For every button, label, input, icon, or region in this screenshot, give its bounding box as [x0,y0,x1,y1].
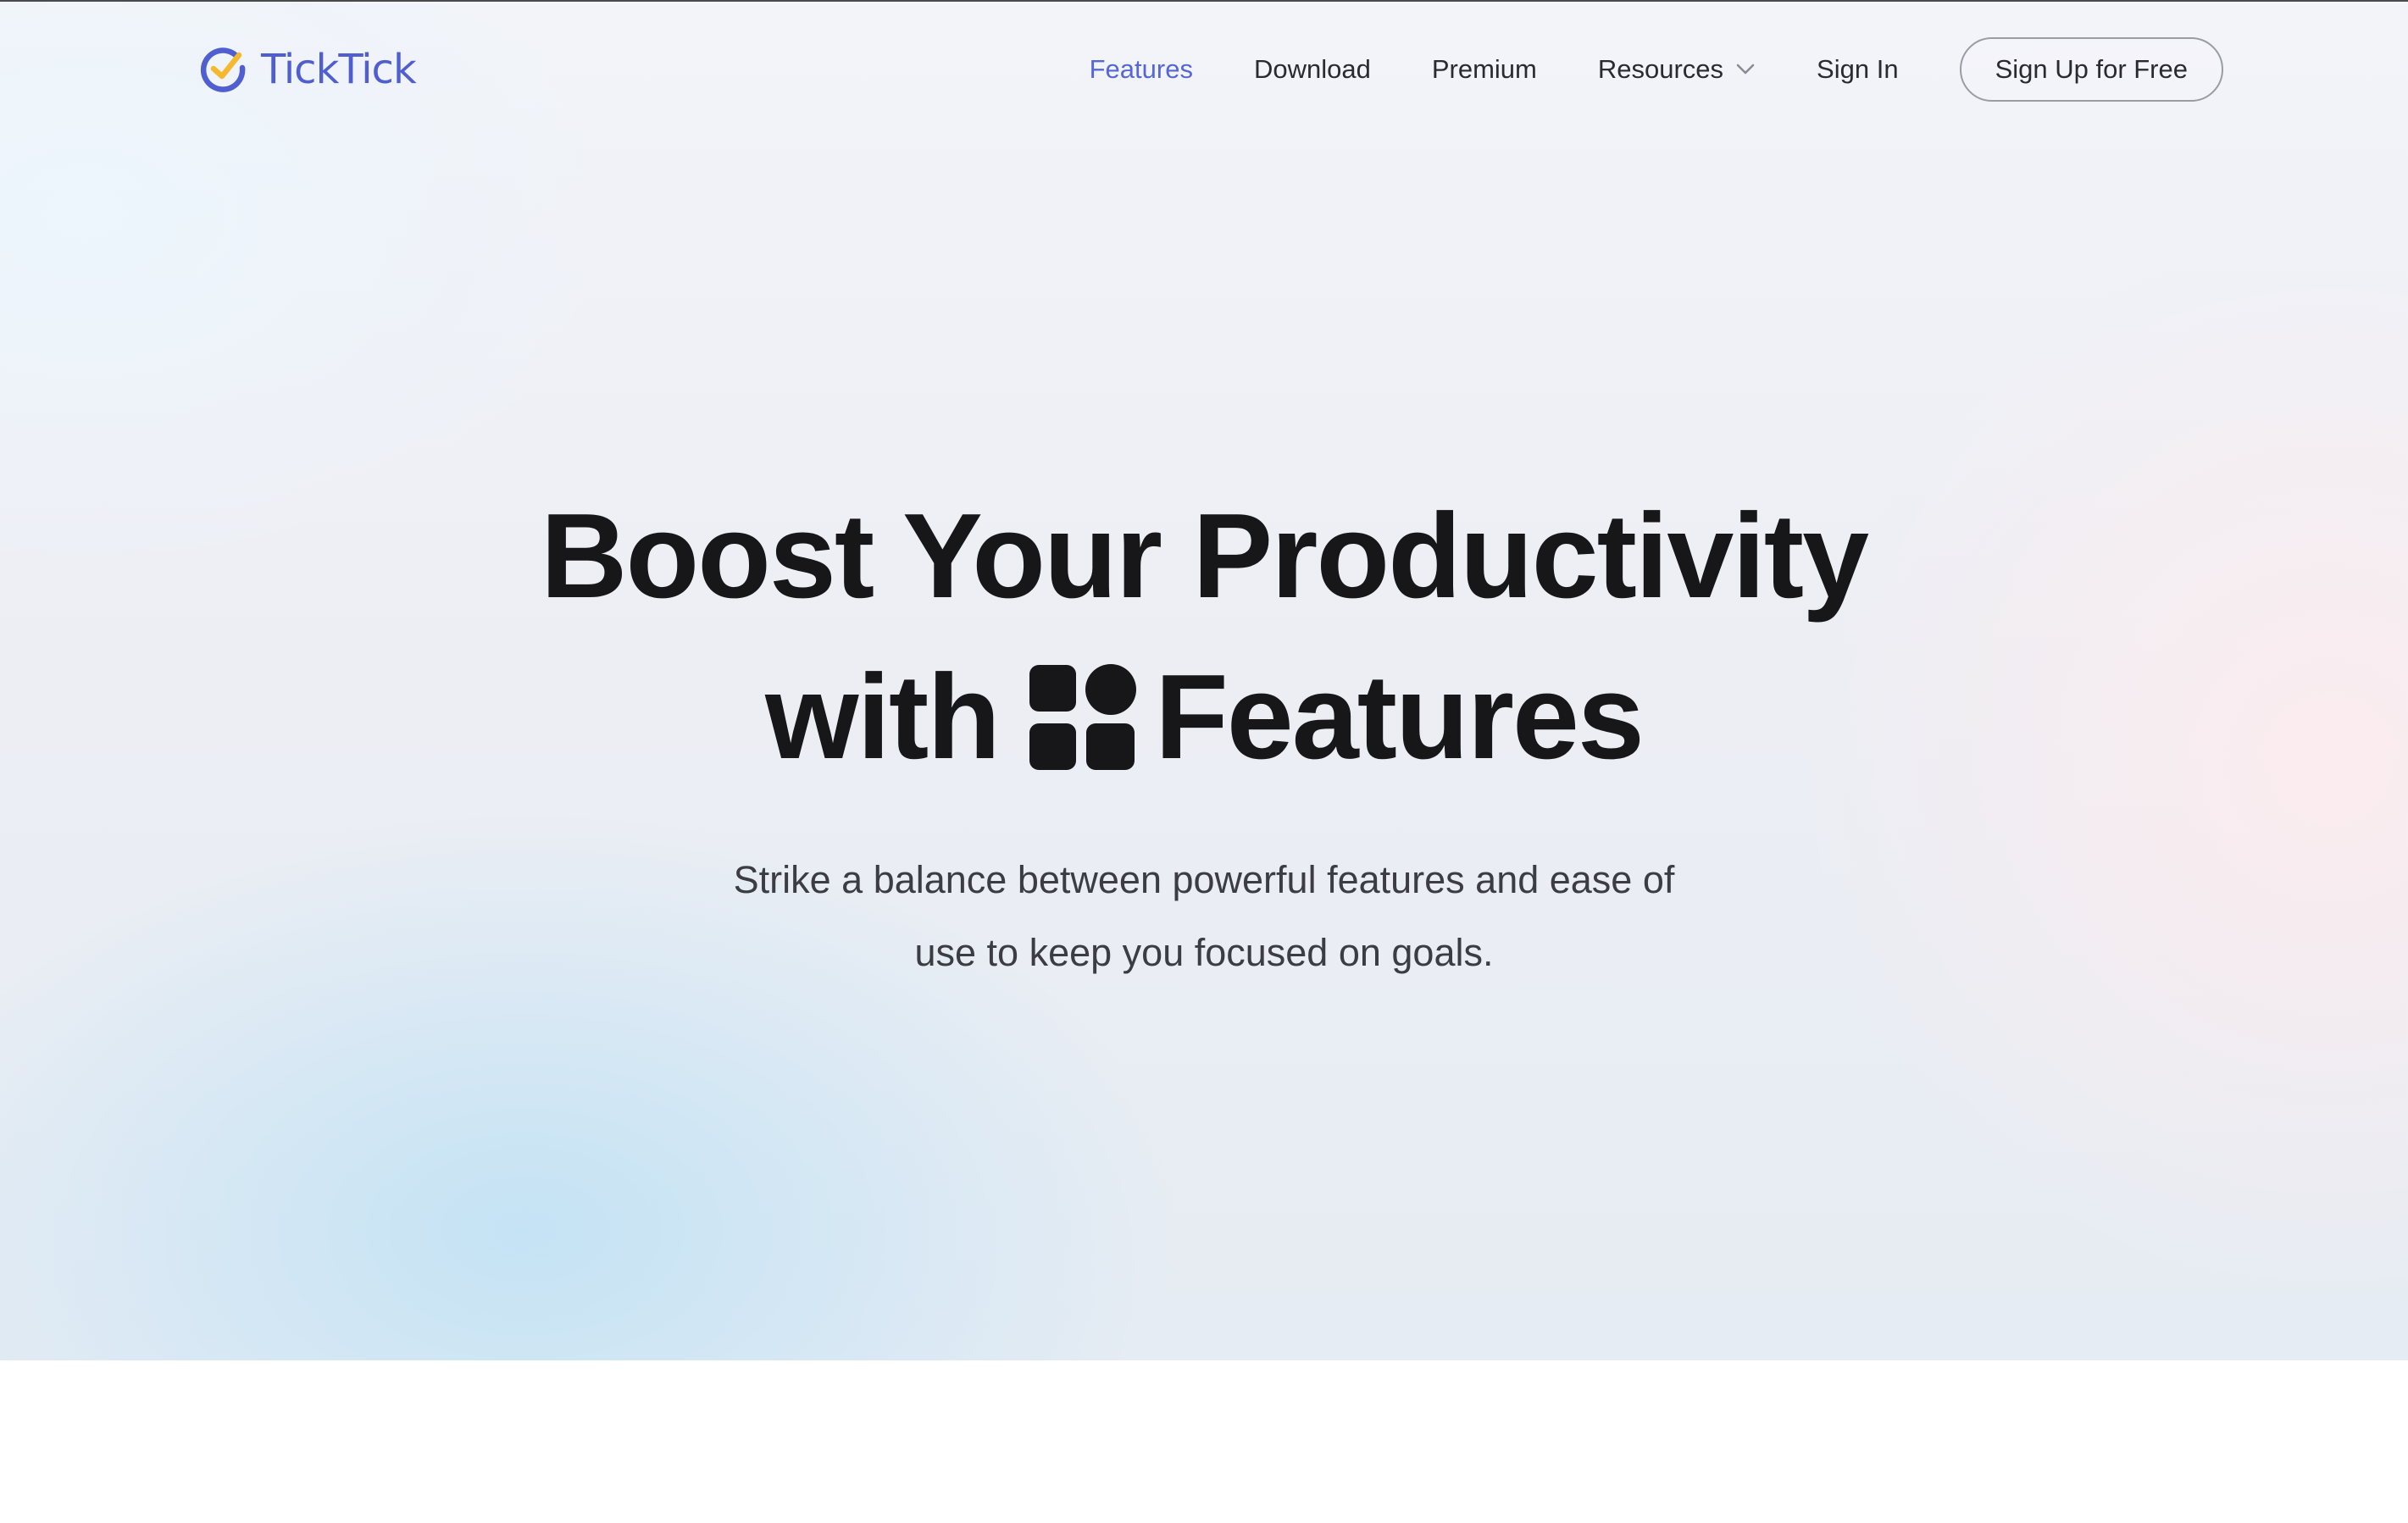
logo-link[interactable]: TickTick [198,44,417,95]
ticktick-check-logo-icon [200,47,246,92]
chevron-down-icon [1736,64,1755,75]
content-area [0,1360,2408,1523]
nav-resources-dropdown[interactable]: Resources [1598,54,1756,85]
headline-line-2: with Features [0,637,2408,798]
nav-resources-label: Resources [1597,54,1724,84]
headline-line-1: Boost Your Productivity [540,489,1869,623]
nav-sign-in[interactable]: Sign In [1817,54,1899,85]
headline-with: with [765,650,1001,784]
hero-headline: Boost Your Productivity with Features [0,476,2408,798]
hero-subtitle: Strike a balance between powerful featur… [0,844,2408,989]
site-header: TickTick Features Download Premium Resou… [0,2,2408,137]
page: TickTick Features Download Premium Resou… [0,0,2408,1523]
subtitle-line-1: Strike a balance between powerful featur… [733,858,1675,901]
main-nav: Features Download Premium Resources Sign… [1090,37,2223,102]
subtitle-line-2: use to keep you focused on goals. [914,931,1494,974]
nav-download[interactable]: Download [1254,54,1371,85]
nav-features[interactable]: Features [1090,54,1193,85]
headline-features: Features [1155,650,1645,784]
sign-up-button[interactable]: Sign Up for Free [1959,37,2223,102]
nav-premium[interactable]: Premium [1432,54,1537,85]
logo-wordmark: TickTick [261,46,417,93]
features-grid-icon [1029,664,1136,770]
